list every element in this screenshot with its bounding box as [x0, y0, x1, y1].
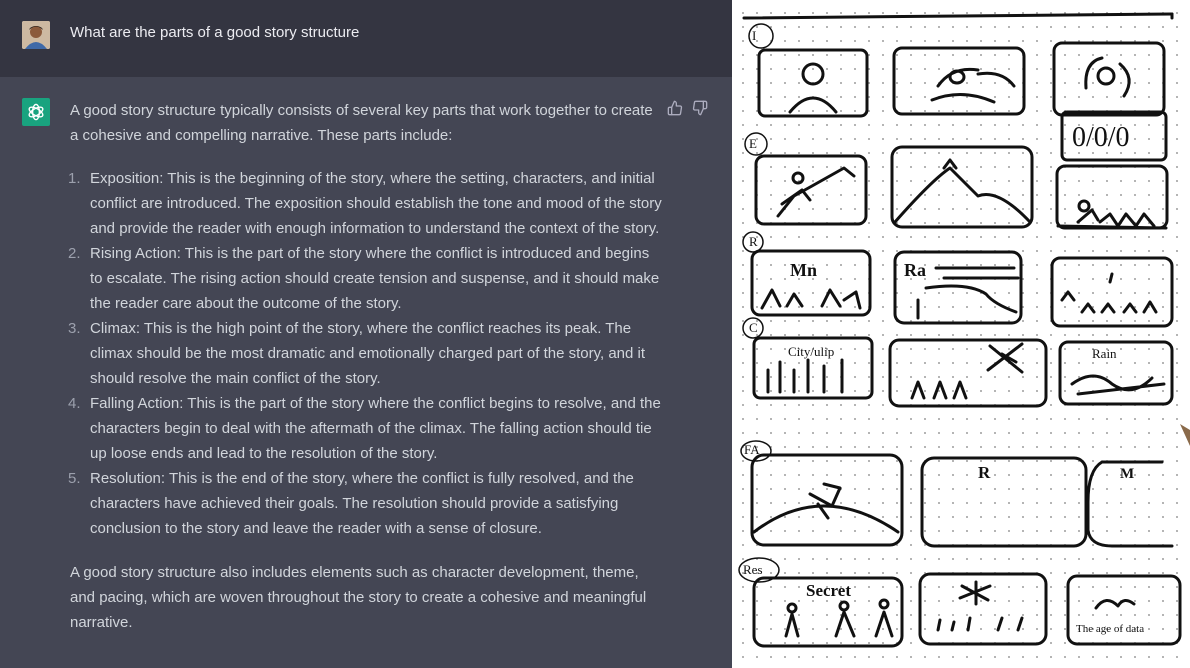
- list-text: Falling Action: This is the part of the …: [90, 395, 661, 462]
- list-number: 1.: [68, 170, 81, 187]
- row-label-rising: R: [749, 234, 758, 249]
- list-item: 3. Climax: This is the high point of the …: [68, 316, 662, 391]
- panel-text-m: M: [1120, 466, 1134, 482]
- story-parts-list: 1. Exposition: This is the beginning of t…: [68, 166, 662, 541]
- row-label-resolution: Res: [743, 562, 763, 577]
- list-number: 4.: [68, 395, 81, 412]
- panel-text-r: R: [978, 463, 991, 482]
- thumbs-up-icon[interactable]: [667, 100, 683, 116]
- storyboard-drawing: I E R C FA Res 0/0/0 Mn Ra City/ulip Rai…: [738, 12, 1190, 648]
- panel-text-mn: Mn: [790, 260, 817, 280]
- list-item: 4. Falling Action: This is the part of th…: [68, 391, 662, 466]
- list-text: Rising Action: This is the part of the s…: [90, 245, 660, 312]
- user-message-text: What are the parts of a good story struc…: [70, 24, 360, 41]
- row-label-falling: FA: [744, 442, 760, 457]
- list-item: 1. Exposition: This is the beginning of t…: [68, 166, 662, 241]
- user-message-row: What are the parts of a good story struc…: [0, 0, 732, 77]
- avatar-image: [22, 21, 50, 49]
- answer-intro: A good story structure typically consist…: [70, 102, 653, 144]
- openai-logo-icon: [22, 98, 50, 126]
- list-number: 5.: [68, 470, 81, 487]
- list-item: 5. Resolution: This is the end of the sto…: [68, 466, 662, 541]
- user-avatar: [22, 21, 50, 49]
- storyboard-sketch: I E R C FA Res 0/0/0 Mn Ra City/ulip Rai…: [732, 0, 1190, 668]
- row-label-e: E: [749, 136, 757, 151]
- list-text: Exposition: This is the beginning of the…: [90, 170, 662, 237]
- panel-text-ra: Ra: [904, 260, 926, 280]
- panel-counter-text: 0/0/0: [1072, 122, 1130, 153]
- answer-outro: A good story structure also includes ele…: [70, 564, 647, 631]
- row-label-climax: C: [749, 320, 758, 335]
- panel-text-age-of-data: The age of data: [1076, 623, 1144, 635]
- list-text: Climax: This is the high point of the st…: [90, 320, 646, 387]
- assistant-message: A good story structure typically consist…: [68, 98, 662, 635]
- row-label-exposition: I: [752, 28, 756, 43]
- chat-panel: What are the parts of a good story struc…: [0, 0, 732, 668]
- list-number: 3.: [68, 320, 81, 337]
- panel-text-rain: Rain: [1092, 346, 1117, 361]
- panel-text-secret: Secret: [806, 581, 851, 600]
- thumbs-down-icon[interactable]: [692, 100, 708, 116]
- list-text: Resolution: This is the end of the story…: [90, 470, 634, 537]
- list-number: 2.: [68, 245, 81, 262]
- panel-text-city: City/ulip: [788, 344, 834, 359]
- list-item: 2. Rising Action: This is the part of the…: [68, 241, 662, 316]
- feedback-buttons: [667, 100, 708, 116]
